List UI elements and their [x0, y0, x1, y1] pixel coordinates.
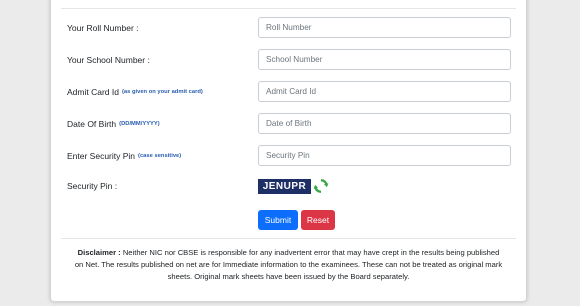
captcha-image: JENUPR [258, 179, 311, 194]
security-pin-input[interactable] [258, 145, 511, 166]
roll-number-input[interactable] [258, 17, 511, 38]
date-of-birth-label-text: Date Of Birth [67, 119, 117, 129]
roll-number-label: Your Roll Number : [67, 23, 139, 33]
result-form-card: Your Roll Number : Your School Number : … [50, 0, 527, 302]
top-divider [61, 8, 516, 9]
school-number-row: Your School Number : [51, 49, 526, 71]
admit-card-hint: (as given on your admit card) [121, 89, 203, 95]
bottom-divider [61, 238, 516, 239]
school-number-input[interactable] [258, 49, 511, 70]
date-of-birth-hint: (DD/MM/YYYY) [119, 121, 160, 127]
captcha-label: Security Pin : [67, 181, 118, 191]
action-buttons-row: Submit Reset [51, 210, 526, 232]
disclaimer-text: Neither NIC nor CBSE is responsible for … [74, 248, 503, 281]
security-pin-label: Enter Security Pin (case sensitive) [67, 145, 181, 167]
security-pin-hint: (case sensitive) [138, 153, 182, 159]
disclaimer-title: Disclaimer : [77, 248, 121, 257]
admit-card-label-text: Admit Card Id [67, 87, 119, 97]
refresh-icon[interactable] [313, 178, 329, 194]
date-of-birth-input[interactable] [258, 113, 511, 134]
disclaimer: Disclaimer : Neither NIC nor CBSE is res… [73, 247, 504, 283]
date-of-birth-row: Date Of Birth (DD/MM/YYYY) [51, 113, 526, 135]
reset-button[interactable]: Reset [301, 210, 335, 230]
date-of-birth-label: Date Of Birth (DD/MM/YYYY) [67, 113, 160, 135]
submit-button[interactable]: Submit [258, 210, 298, 230]
admit-card-row: Admit Card Id (as given on your admit ca… [51, 81, 526, 103]
school-number-label: Your School Number : [67, 55, 150, 65]
admit-card-input[interactable] [258, 81, 511, 102]
captcha-row: Security Pin : JENUPR [51, 178, 526, 200]
admit-card-label: Admit Card Id (as given on your admit ca… [67, 81, 203, 103]
security-pin-row: Enter Security Pin (case sensitive) [51, 145, 526, 167]
roll-number-row: Your Roll Number : [51, 17, 526, 39]
security-pin-label-text: Enter Security Pin [67, 151, 136, 161]
